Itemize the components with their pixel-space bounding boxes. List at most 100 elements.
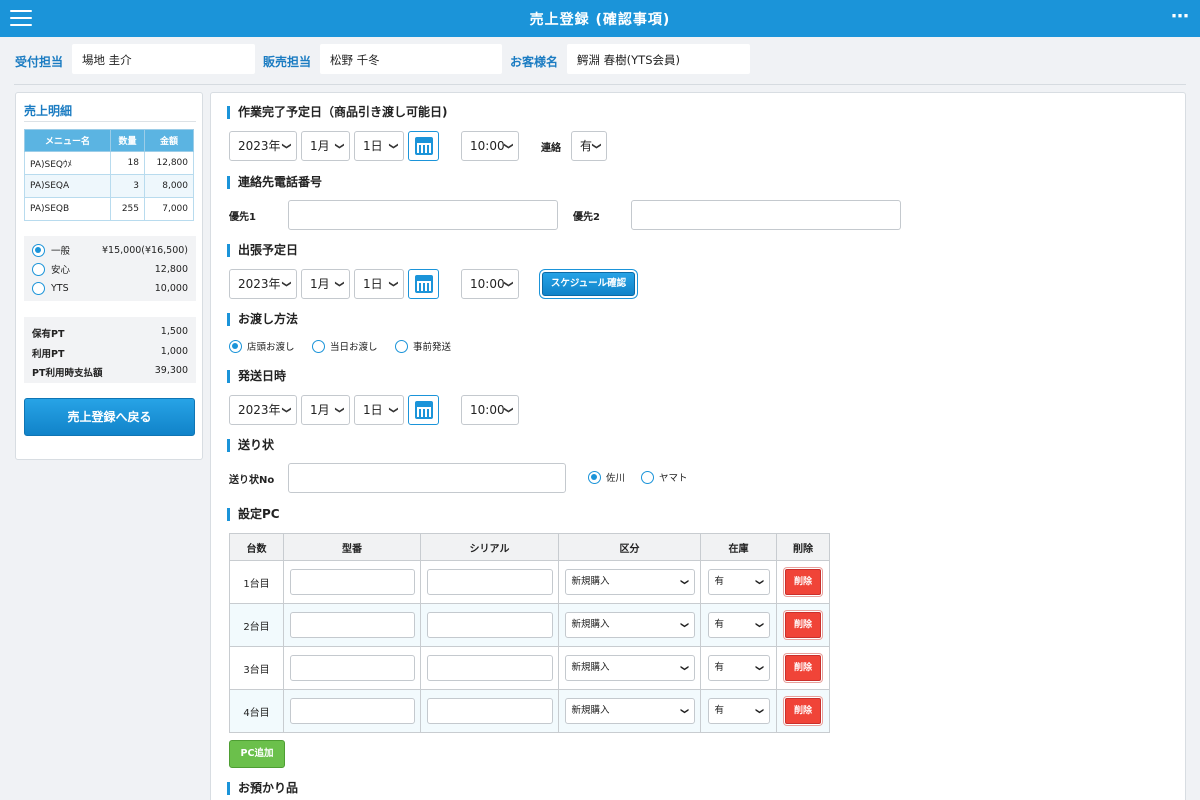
used-points-label: 利用PT <box>32 349 65 360</box>
radio-selected-icon[interactable] <box>229 339 242 353</box>
chevron-down-icon: ❯ <box>680 578 690 586</box>
shipping-calendar-button[interactable] <box>408 395 439 425</box>
used-points-value: 1,000 <box>160 346 188 357</box>
payment-with-points-row: PT利用時支払額 39,300 <box>32 365 188 379</box>
back-to-sales-button[interactable]: 売上登録へ戻る <box>24 398 195 436</box>
category-select[interactable]: 新規購入 ❯ <box>564 569 695 595</box>
delete-cell: 削除 <box>776 560 830 604</box>
invoice-no-input[interactable] <box>288 463 566 493</box>
radio-unselected-icon[interactable] <box>32 281 45 295</box>
delivery-option-store[interactable]: 店頭お渡し <box>229 339 295 353</box>
pc-row-label: 3台目 <box>229 646 284 690</box>
model-input[interactable] <box>289 569 415 595</box>
delivery-option-ship-ahead[interactable]: 事前発送 <box>395 339 451 353</box>
chevron-down-icon: ❯ <box>680 707 690 715</box>
table-row: 1台目 新規購入 ❯ 有 ❯ 削除 <box>229 560 830 604</box>
delete-button[interactable]: 削除 <box>785 612 821 638</box>
option-label: 当日お渡し <box>330 342 378 353</box>
sales-detail-panel: 売上明細 メニュー名 数量 金額 PA)SEQｳﾒ 18 12,800 PA)S… <box>15 92 203 460</box>
completion-year-select[interactable]: 2023年 ❯ <box>229 131 297 161</box>
plan-option-anshin[interactable]: 安心 12,800 <box>32 262 188 276</box>
table-row: 4台目 新規購入 ❯ 有 ❯ 削除 <box>229 689 830 733</box>
delivery-method-heading: お渡し方法 <box>227 313 298 326</box>
carrier-option-sagawa[interactable]: 佐川 <box>588 470 625 484</box>
serial-input[interactable] <box>426 612 553 638</box>
model-input[interactable] <box>289 655 415 681</box>
category-select[interactable]: 新規購入 ❯ <box>564 612 695 638</box>
completion-calendar-button[interactable] <box>408 131 439 161</box>
quantity: 255 <box>110 197 145 221</box>
chevron-down-icon: ❯ <box>755 707 765 715</box>
model-input[interactable] <box>289 612 415 638</box>
delivery-option-same-day[interactable]: 当日お渡し <box>312 339 378 353</box>
radio-unselected-icon[interactable] <box>641 470 654 484</box>
model-input[interactable] <box>289 698 415 724</box>
category-cell: 新規購入 ❯ <box>558 603 701 647</box>
shipping-day-select[interactable]: 1日 ❯ <box>354 395 404 425</box>
menu-name: PA)SEQｳﾒ <box>24 151 111 175</box>
chevron-down-icon: ❯ <box>334 142 345 150</box>
sales-value: 松野 千冬 <box>320 44 502 74</box>
sales-detail-divider <box>24 121 196 122</box>
serial-input[interactable] <box>426 698 553 724</box>
confirmation-form: 作業完了予定日（商品引き渡し可能日) 2023年 ❯ 1月 ❯ 1日 ❯ 10:00 ❯… <box>210 92 1186 800</box>
serial-input[interactable] <box>426 569 553 595</box>
add-pc-button[interactable]: PC追加 <box>229 740 285 768</box>
serial-input[interactable] <box>426 655 553 681</box>
trip-day-select[interactable]: 1日 ❯ <box>354 269 404 299</box>
plan-option-yts[interactable]: YTS 10,000 <box>32 281 188 295</box>
category-select[interactable]: 新規購入 ❯ <box>564 655 695 681</box>
chevron-down-icon: ❯ <box>680 621 690 629</box>
completion-month-select[interactable]: 1月 ❯ <box>301 131 350 161</box>
radio-unselected-icon[interactable] <box>395 339 408 353</box>
radio-selected-icon[interactable] <box>588 470 601 484</box>
contact-label: 連絡 <box>541 143 561 154</box>
used-points-row: 利用PT 1,000 <box>32 346 188 360</box>
priority2-phone-input[interactable] <box>631 200 901 230</box>
column-header-serial: シリアル <box>420 533 559 561</box>
top-bar: 売上登録 (確認事項) ⋯ <box>0 0 1200 37</box>
radio-unselected-icon[interactable] <box>32 262 45 276</box>
delete-button[interactable]: 削除 <box>785 655 821 681</box>
shipping-month-select[interactable]: 1月 ❯ <box>301 395 350 425</box>
stock-select[interactable]: 有 ❯ <box>707 698 770 724</box>
radio-selected-icon[interactable] <box>32 243 45 257</box>
more-options-icon[interactable]: ⋯ <box>1171 6 1190 27</box>
category-select[interactable]: 新規購入 ❯ <box>564 698 695 724</box>
trip-calendar-button[interactable] <box>408 269 439 299</box>
model-cell <box>283 646 421 690</box>
invoice-no-label: 送り状No <box>229 475 275 486</box>
trip-year-select[interactable]: 2023年 ❯ <box>229 269 297 299</box>
category-cell: 新規購入 ❯ <box>558 689 701 733</box>
stock-select[interactable]: 有 ❯ <box>707 612 770 638</box>
priority1-phone-input[interactable] <box>288 200 558 230</box>
delete-button[interactable]: 削除 <box>785 569 821 595</box>
stock-select[interactable]: 有 ❯ <box>707 569 770 595</box>
plan-price: ¥15,000(¥16,500) <box>102 244 188 256</box>
shipping-time-select[interactable]: 10:00 ❯ <box>461 395 519 425</box>
trip-time-select[interactable]: 10:00 ❯ <box>461 269 519 299</box>
completion-day-select[interactable]: 1日 ❯ <box>354 131 404 161</box>
shipping-year-select[interactable]: 2023年 ❯ <box>229 395 297 425</box>
selected-value: 有 <box>714 705 725 716</box>
contact-select[interactable]: 有 ❯ <box>571 131 607 161</box>
column-header-category: 区分 <box>558 533 701 561</box>
option-label: 事前発送 <box>413 342 452 353</box>
amount: 7,000 <box>144 197 194 221</box>
column-header-stock: 在庫 <box>700 533 777 561</box>
serial-cell <box>420 646 559 690</box>
stock-select[interactable]: 有 ❯ <box>707 655 770 681</box>
chevron-down-icon: ❯ <box>755 621 765 629</box>
plan-option-general[interactable]: 一般 ¥15,000(¥16,500) <box>32 243 188 257</box>
delete-button[interactable]: 削除 <box>785 698 821 724</box>
option-label: 佐川 <box>606 473 626 484</box>
radio-unselected-icon[interactable] <box>312 339 325 353</box>
carrier-option-yamato[interactable]: ヤマト <box>641 470 688 484</box>
priority1-label: 優先1 <box>229 212 256 223</box>
completion-time-select[interactable]: 10:00 ❯ <box>461 131 519 161</box>
schedule-check-button[interactable]: スケジュール確認 <box>542 272 635 296</box>
chevron-down-icon: ❯ <box>388 406 399 414</box>
trip-month-select[interactable]: 1月 ❯ <box>301 269 350 299</box>
serial-cell <box>420 560 559 604</box>
chevron-down-icon: ❯ <box>281 280 292 288</box>
